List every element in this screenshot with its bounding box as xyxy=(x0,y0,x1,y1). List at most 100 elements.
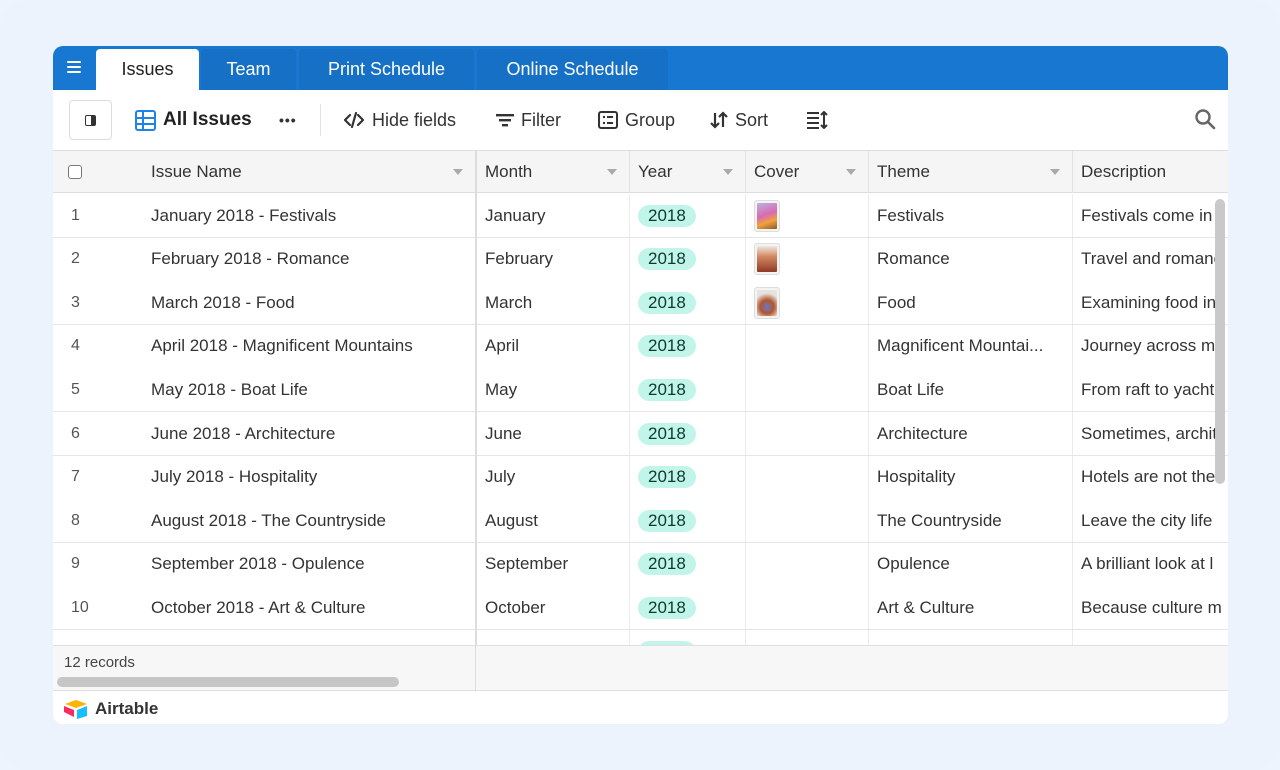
description-cell[interactable]: Unique takes for th xyxy=(1073,630,1228,646)
year-cell[interactable]: 2018 xyxy=(630,237,746,281)
airtable-brand[interactable]: Airtable xyxy=(63,698,158,720)
year-cell[interactable]: 2018 xyxy=(630,194,746,237)
issue-name-cell[interactable]: October 2018 - Art & Culture xyxy=(143,586,475,629)
description-cell[interactable]: From raft to yacht xyxy=(1073,368,1228,411)
row-number[interactable]: 7 xyxy=(53,456,143,499)
description-cell[interactable]: Sometimes, archit xyxy=(1073,412,1228,455)
table-row[interactable]: 5 May 2018 - Boat Life May 2018 Boat Life Fro… xyxy=(53,368,1228,413)
chevron-down-icon[interactable] xyxy=(607,169,617,175)
issue-name-cell[interactable]: November 2018 - The Home xyxy=(143,630,475,646)
chevron-down-icon[interactable] xyxy=(723,169,733,175)
month-cell[interactable]: March xyxy=(477,281,630,325)
description-cell[interactable]: Festivals come in xyxy=(1073,194,1228,237)
issue-name-cell[interactable]: August 2018 - The Countryside xyxy=(143,499,475,542)
issue-name-cell[interactable]: May 2018 - Boat Life xyxy=(143,368,475,411)
row-number[interactable]: 1 xyxy=(53,194,143,237)
tab-online-schedule[interactable]: Online Schedule xyxy=(477,49,668,90)
description-cell[interactable]: Examining food in xyxy=(1073,281,1228,324)
horizontal-scrollbar[interactable] xyxy=(57,677,399,687)
theme-cell[interactable]: Architecture xyxy=(869,412,1073,455)
theme-cell[interactable]: Magnificent Mountai... xyxy=(869,324,1073,368)
year-cell[interactable]: 2018 xyxy=(630,281,746,325)
table-row[interactable]: 2 February 2018 - Romance February 2018 Roma… xyxy=(53,237,1228,282)
cover-thumbnail[interactable] xyxy=(754,243,780,276)
issue-name-cell[interactable]: February 2018 - Romance xyxy=(143,238,475,281)
theme-cell[interactable]: Food xyxy=(869,281,1073,325)
row-number[interactable]: 3 xyxy=(53,281,143,324)
table-row[interactable]: 8 August 2018 - The Countryside August 2018… xyxy=(53,499,1228,544)
row-number[interactable]: 11 xyxy=(53,630,143,646)
menu-icon[interactable] xyxy=(63,56,85,78)
chevron-down-icon[interactable] xyxy=(846,169,856,175)
year-cell[interactable]: 2018 xyxy=(630,412,746,455)
group-button[interactable]: Group xyxy=(598,90,675,150)
issue-name-cell[interactable]: April 2018 - Magnificent Mountains xyxy=(143,325,475,368)
row-number[interactable]: 6 xyxy=(53,412,143,455)
row-number[interactable]: 2 xyxy=(53,238,143,281)
issue-name-cell[interactable]: September 2018 - Opulence xyxy=(143,543,475,586)
month-cell[interactable]: January xyxy=(477,194,630,237)
hide-fields-button[interactable]: Hide fields xyxy=(343,90,456,150)
table-row[interactable]: 10 October 2018 - Art & Culture October 201… xyxy=(53,586,1228,631)
column-header-cover[interactable]: Cover xyxy=(746,151,869,193)
table-row[interactable]: 11November 2018 - The HomeNovember2018 Th… xyxy=(53,630,1228,645)
cover-cell[interactable] xyxy=(746,324,869,368)
month-cell[interactable]: October xyxy=(477,586,630,630)
cover-cell[interactable] xyxy=(746,542,869,586)
cover-cell[interactable] xyxy=(746,368,869,412)
cover-cell[interactable] xyxy=(746,281,869,325)
issue-name-cell[interactable]: July 2018 - Hospitality xyxy=(143,456,475,499)
tab-issues[interactable]: Issues xyxy=(96,49,199,90)
theme-cell[interactable]: Art & Culture xyxy=(869,586,1073,630)
theme-cell[interactable]: Festivals xyxy=(869,194,1073,237)
theme-cell[interactable]: The Home xyxy=(869,630,1073,645)
month-cell[interactable]: September xyxy=(477,542,630,586)
theme-cell[interactable]: Opulence xyxy=(869,542,1073,586)
description-cell[interactable]: Hotels are not the xyxy=(1073,456,1228,499)
cover-cell[interactable] xyxy=(746,412,869,455)
issue-name-cell[interactable]: January 2018 - Festivals xyxy=(143,194,475,237)
row-number[interactable]: 9 xyxy=(53,543,143,586)
cover-cell[interactable] xyxy=(746,630,869,645)
month-cell[interactable]: February xyxy=(477,237,630,281)
row-height-button[interactable] xyxy=(806,90,828,150)
cover-cell[interactable] xyxy=(746,237,869,281)
issue-name-cell[interactable]: March 2018 - Food xyxy=(143,281,475,324)
description-cell[interactable]: Leave the city life xyxy=(1073,499,1228,542)
month-cell[interactable]: April xyxy=(477,324,630,368)
select-all-checkbox[interactable] xyxy=(68,165,82,179)
theme-cell[interactable]: Romance xyxy=(869,237,1073,281)
month-cell[interactable]: June xyxy=(477,412,630,455)
chevron-down-icon[interactable] xyxy=(1050,169,1060,175)
description-cell[interactable]: Travel and romanc xyxy=(1073,238,1228,281)
table-row[interactable]: 1 January 2018 - Festivals January 2018 Fest… xyxy=(53,194,1228,238)
year-cell[interactable]: 2018 xyxy=(630,542,746,586)
cover-cell[interactable] xyxy=(746,455,869,499)
column-header-theme[interactable]: Theme xyxy=(869,151,1073,193)
chevron-down-icon[interactable] xyxy=(453,169,463,175)
issue-name-cell[interactable]: June 2018 - Architecture xyxy=(143,412,475,455)
search-icon[interactable] xyxy=(1194,108,1216,130)
description-cell[interactable]: Because culture m xyxy=(1073,586,1228,629)
row-number[interactable]: 4 xyxy=(53,325,143,368)
table-row[interactable]: 3 March 2018 - Food March 2018 Food Examining… xyxy=(53,281,1228,326)
column-header-issue-name[interactable]: Issue Name xyxy=(143,151,475,193)
view-more-button[interactable]: ••• xyxy=(279,90,297,150)
year-cell[interactable]: 2018 xyxy=(630,324,746,368)
cover-cell[interactable] xyxy=(746,194,869,237)
cover-cell[interactable] xyxy=(746,499,869,543)
row-number[interactable]: 5 xyxy=(53,368,143,411)
table-row[interactable]: 7 July 2018 - Hospitality July 2018 Hospital… xyxy=(53,455,1228,500)
theme-cell[interactable]: The Countryside xyxy=(869,499,1073,543)
sort-button[interactable]: Sort xyxy=(710,90,768,150)
view-switcher[interactable]: All Issues xyxy=(135,90,252,150)
tab-print-schedule[interactable]: Print Schedule xyxy=(299,49,474,90)
cover-cell[interactable] xyxy=(746,586,869,630)
month-cell[interactable]: July xyxy=(477,455,630,499)
sidebar-toggle-button[interactable] xyxy=(69,100,112,140)
month-cell[interactable]: November xyxy=(477,630,630,645)
table-row[interactable]: 4 April 2018 - Magnificent Mountains April… xyxy=(53,324,1228,369)
table-row[interactable]: 9 September 2018 - Opulence September 2018 O… xyxy=(53,542,1228,587)
theme-cell[interactable]: Hospitality xyxy=(869,455,1073,499)
description-cell[interactable]: A brilliant look at l xyxy=(1073,543,1228,586)
